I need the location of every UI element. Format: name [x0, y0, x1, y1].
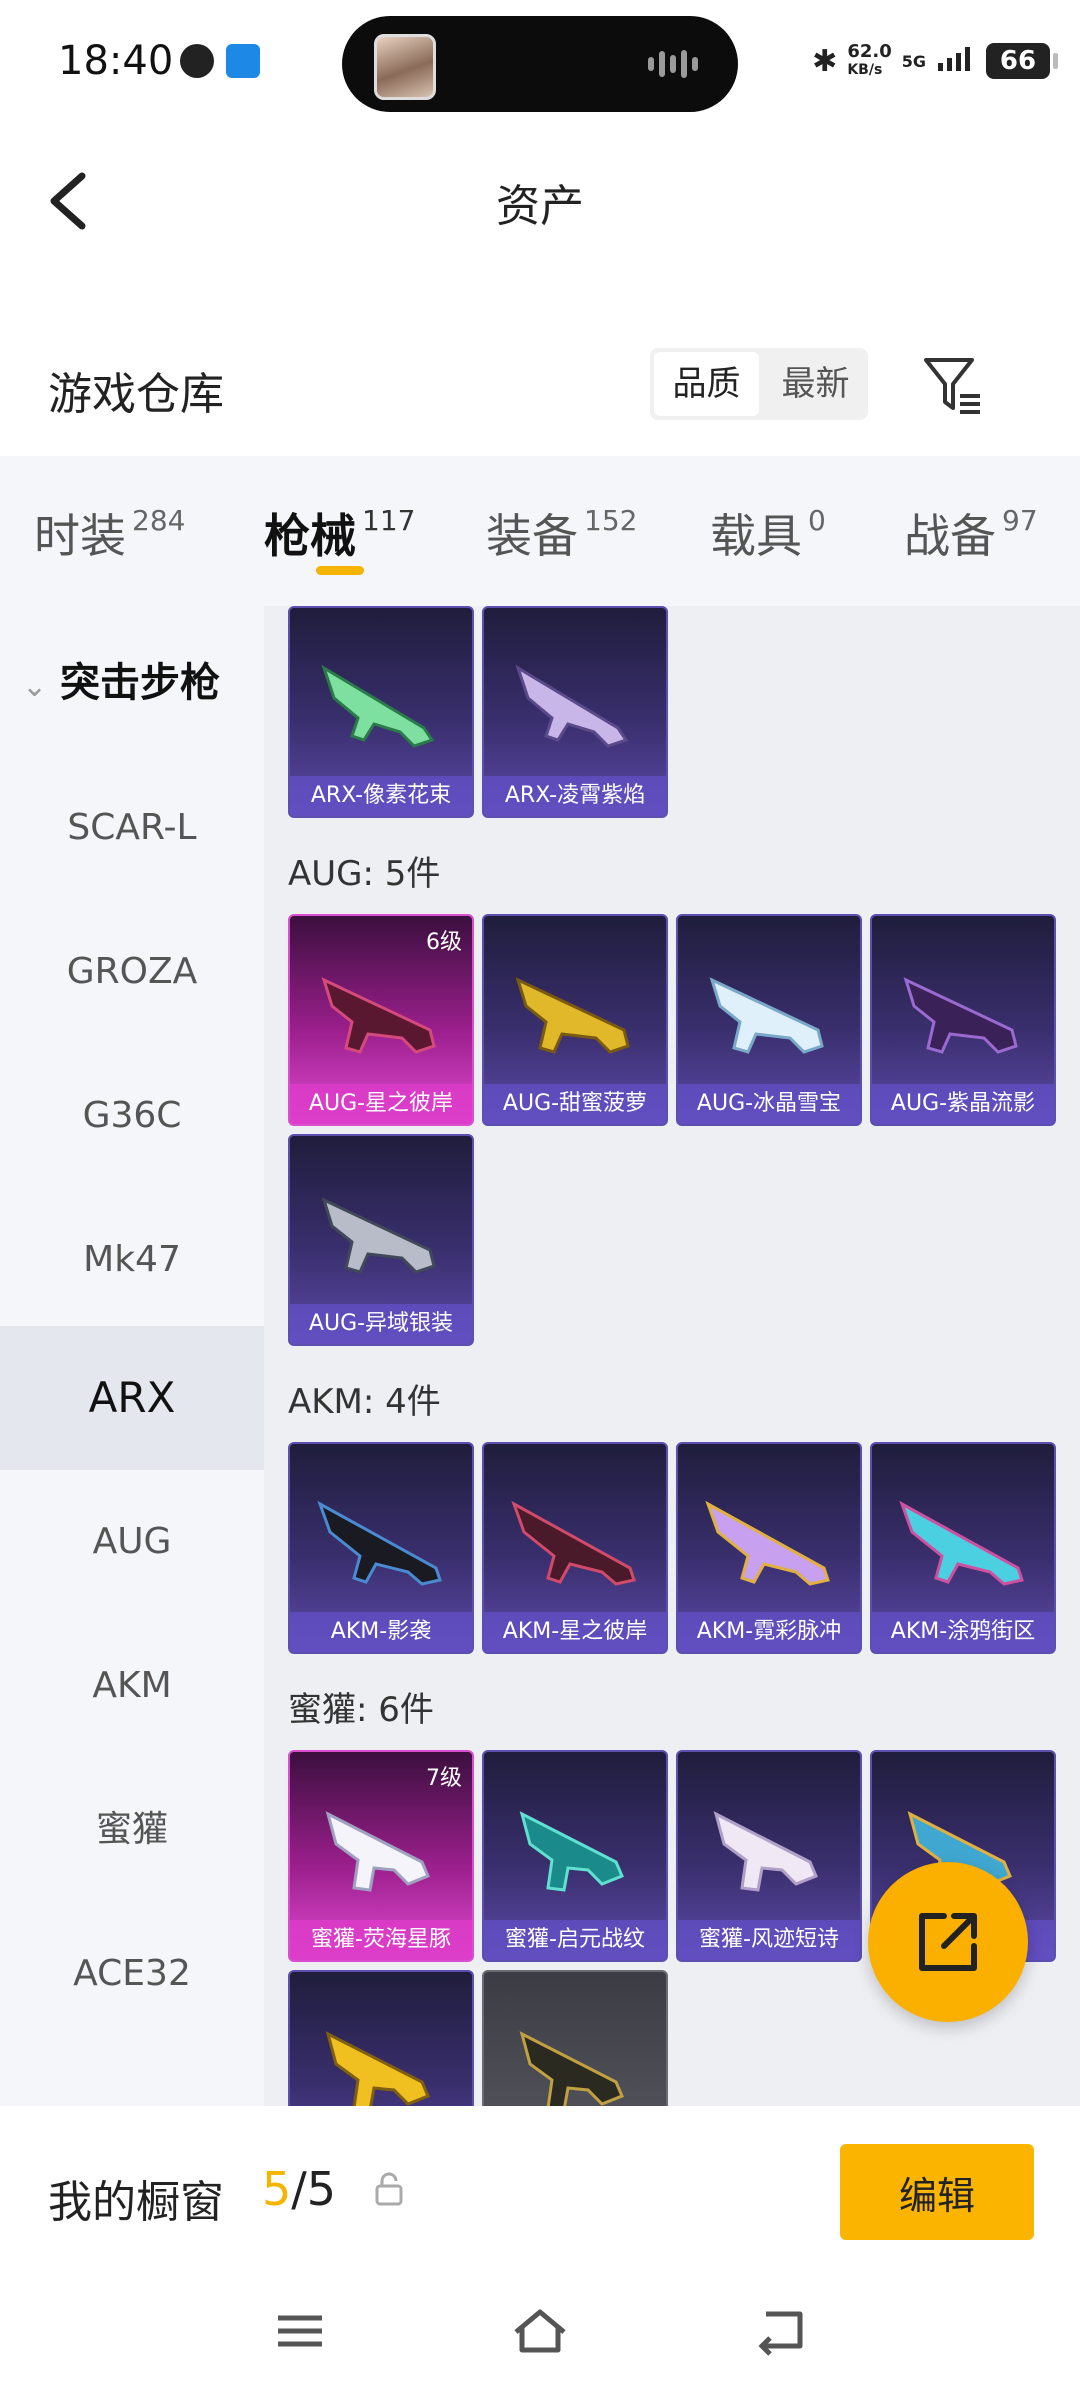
lock-icon [374, 2172, 404, 2206]
weapon-type-sidebar: ⌄ 突击步枪 SCAR-L GROZA G36C Mk47 ARX AUG AKM… [0, 606, 264, 2106]
category-tabs: 时装 284 枪械 117 装备 152 载具 0 战备 97 [0, 456, 1080, 606]
sort-toggle: 品质 最新 [650, 348, 868, 420]
status-time: 18:40 [58, 38, 174, 84]
rifle-icon [321, 664, 435, 748]
audio-wave-icon [648, 50, 708, 80]
chevron-down-icon: ⌄ [22, 669, 48, 704]
active-tab-indicator [316, 566, 364, 575]
sort-quality-button[interactable]: 品质 [654, 352, 759, 416]
app-notification-icon [180, 44, 214, 78]
skin-level: 6级 [426, 930, 462, 955]
sort-newest-button[interactable]: 最新 [763, 348, 868, 420]
skin-name: 蜜獾-风迹短诗 [678, 1920, 860, 1960]
media-thumbnail [374, 34, 436, 100]
share-button[interactable] [868, 1862, 1028, 2022]
skin-card[interactable]: AKM-涂鸦街区 [870, 1442, 1056, 1654]
rifle-icon [705, 1500, 830, 1586]
sidebar-item-groza[interactable]: GROZA [0, 900, 264, 1044]
group-label-akm: AKM: 4件 [288, 1382, 441, 1422]
status-bar: 18:40 ✱ 62.0 KB/s 5G 66 [0, 0, 1080, 130]
skin-name: AUG-异域银装 [290, 1304, 472, 1344]
tab-supplies[interactable]: 战备 97 [904, 500, 1038, 566]
sidebar-item-scar-l[interactable]: SCAR-L [0, 756, 264, 900]
skin-name: ARX-像素花束 [290, 776, 472, 816]
rifle-icon [511, 1500, 636, 1586]
group-label-honey-badger: 蜜獾: 6件 [288, 1690, 434, 1730]
rifle-icon [899, 1500, 1024, 1586]
rifle-icon [321, 1197, 436, 1274]
smg-icon [325, 2031, 430, 2106]
sidebar-item-akm[interactable]: AKM [0, 1614, 264, 1758]
network-type: 5G [901, 51, 926, 71]
skin-card[interactable]: 蜜獾-启元战纹 [482, 1750, 668, 1962]
smg-icon [519, 2031, 624, 2106]
sidebar-item-honey-badger[interactable]: 蜜獾 [0, 1758, 264, 1902]
network-speed: 62.0 KB/s [847, 41, 892, 79]
smg-icon [519, 1811, 624, 1892]
tab-fashion[interactable]: 时装 284 [34, 500, 185, 566]
showcase-label: 我的橱窗 [48, 2177, 224, 2228]
skin-card[interactable]: 6级 AUG-星之彼岸 [288, 914, 474, 1126]
skin-card[interactable]: ARX-凌霄紫焰 [482, 606, 668, 818]
skin-card[interactable]: AUG-异域银装 [288, 1134, 474, 1346]
page-title: 资产 [496, 181, 584, 232]
tab-guns[interactable]: 枪械 117 [264, 500, 415, 566]
skin-name: ARX-凌霄紫焰 [484, 776, 666, 816]
showcase-count: 5/5 [262, 2162, 337, 2216]
skin-name: AUG-甜蜜菠萝 [484, 1084, 666, 1124]
page-header: 资产 [0, 130, 1080, 270]
status-right: ✱ 62.0 KB/s 5G 66 [812, 36, 1058, 86]
skin-card[interactable]: AUG-甜蜜菠萝 [482, 914, 668, 1126]
share-icon [919, 1913, 977, 1971]
filter-icon[interactable] [920, 352, 986, 418]
skin-card[interactable]: 蜜獾-风迹短诗 [676, 1750, 862, 1962]
skin-card[interactable]: AKM-影袭 [288, 1442, 474, 1654]
battery-icon: 66 [986, 43, 1058, 79]
skin-level: 7级 [426, 1766, 462, 1791]
skin-card[interactable]: AKM-霓彩脉冲 [676, 1442, 862, 1654]
rifle-icon [903, 977, 1018, 1054]
dynamic-island[interactable] [342, 16, 738, 112]
sidebar-item-arx[interactable]: ARX [0, 1326, 264, 1470]
tab-vehicles[interactable]: 载具 0 [710, 500, 826, 566]
rifle-icon [317, 1500, 442, 1586]
skin-card[interactable] [288, 1970, 474, 2106]
skin-card[interactable]: ARX-像素花束 [288, 606, 474, 818]
smg-icon [713, 1811, 818, 1892]
rifle-icon [515, 977, 630, 1054]
home-nav-icon[interactable] [510, 2306, 570, 2356]
back-nav-icon[interactable] [752, 2306, 812, 2356]
skin-card[interactable]: 7级 蜜獾-荧海星豚 [288, 1750, 474, 1962]
sidebar-item-g36c[interactable]: G36C [0, 1044, 264, 1188]
skin-name: AUG-紫晶流影 [872, 1084, 1054, 1124]
tab-equipment[interactable]: 装备 152 [486, 500, 637, 566]
rifle-icon [515, 664, 629, 748]
broadcast-icon [226, 44, 260, 78]
rifle-icon [709, 977, 824, 1054]
skin-name: AKM-涂鸦街区 [872, 1612, 1054, 1652]
edit-showcase-button[interactable]: 编辑 [840, 2144, 1034, 2240]
skin-name: AKM-霓彩脉冲 [678, 1612, 860, 1652]
menu-nav-icon[interactable] [270, 2306, 330, 2356]
skin-name: 蜜獾-荧海星豚 [290, 1920, 472, 1960]
skin-name: AKM-星之彼岸 [484, 1612, 666, 1652]
sidebar-item-aug[interactable]: AUG [0, 1470, 264, 1614]
sidebar-item-ace32[interactable]: ACE32 [0, 1902, 264, 2046]
skin-name: AUG-星之彼岸 [290, 1084, 472, 1124]
skin-name: AKM-影袭 [290, 1612, 472, 1652]
skin-card[interactable]: AKM-星之彼岸 [482, 1442, 668, 1654]
rifle-icon [321, 977, 436, 1054]
warehouse-title: 游戏仓库 [48, 369, 224, 420]
skin-name: 蜜獾-启元战纹 [484, 1920, 666, 1960]
sidebar-heading[interactable]: ⌄ 突击步枪 [22, 650, 220, 708]
group-label-aug: AUG: 5件 [288, 854, 441, 894]
smg-icon [325, 1811, 430, 1892]
skin-card[interactable]: AUG-紫晶流影 [870, 914, 1056, 1126]
skin-card[interactable] [482, 1970, 668, 2106]
signal-icon [936, 45, 976, 78]
bluetooth-icon: ✱ [812, 43, 838, 79]
sidebar-item-mk47[interactable]: Mk47 [0, 1188, 264, 1332]
skin-name: AUG-冰晶雪宝 [678, 1084, 860, 1124]
skin-card[interactable]: AUG-冰晶雪宝 [676, 914, 862, 1126]
